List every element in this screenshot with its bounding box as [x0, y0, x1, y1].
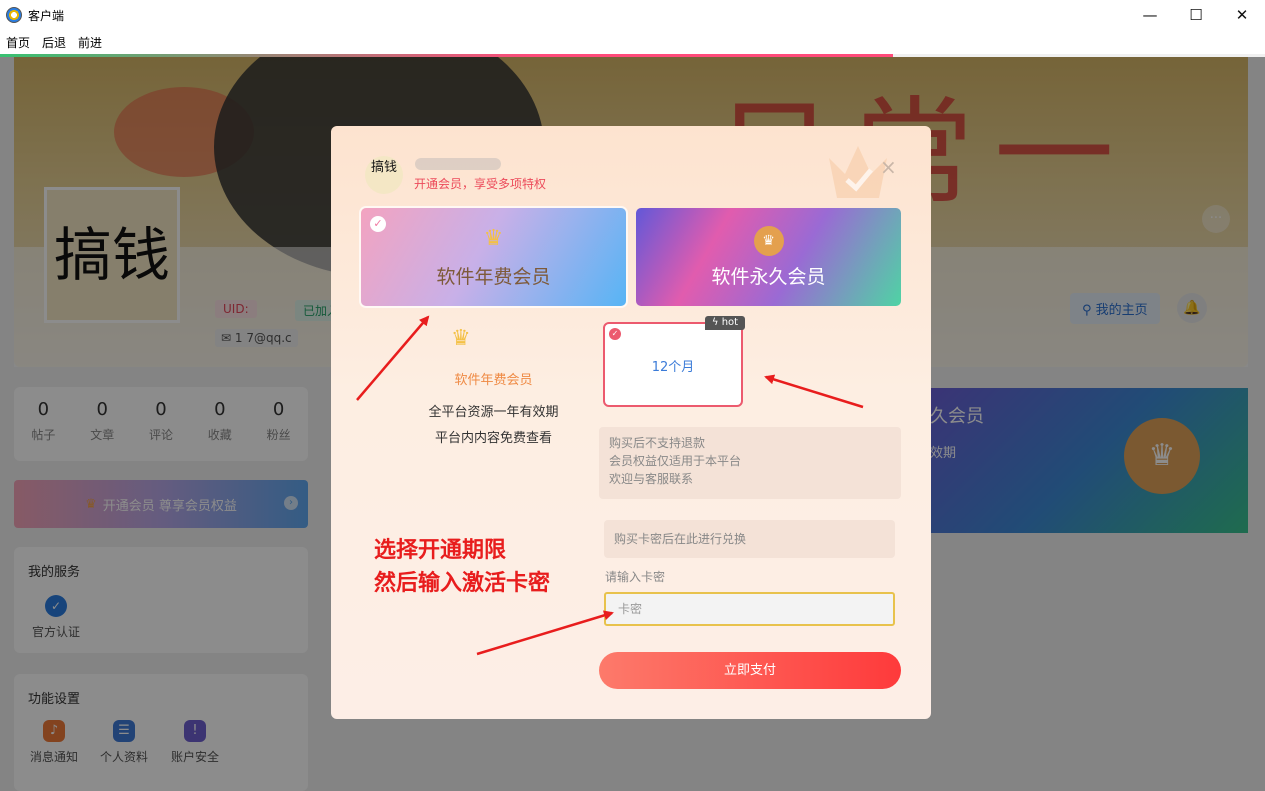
annotation-line: 然后输入激活卡密	[374, 571, 551, 596]
app-icon	[6, 7, 22, 23]
benefit-title: 软件年费会员	[454, 373, 533, 388]
plan-annual-card[interactable]: ✓ ♛ 软件年费会员	[361, 208, 626, 306]
check-circle-icon: ✓	[609, 328, 621, 340]
hot-badge: ϟ hot	[705, 316, 745, 330]
card-key-label: 请输入卡密	[605, 570, 666, 584]
crown-icon: ♛	[483, 226, 504, 251]
purchase-notice: 购买后不支持退款 会员权益仅适用于本平台 欢迎与客服联系	[599, 427, 901, 499]
duration-label: 12个月	[651, 360, 695, 375]
vip-purchase-dialog: 搞钱 开通会员，享受多项特权 × ✓ ♛ 软件年费会员 ♛ 软件永久会员 ♛ 软…	[331, 126, 931, 719]
duration-option-12-months[interactable]: ✓ 12个月	[603, 322, 743, 407]
minimize-button[interactable]: —	[1127, 0, 1173, 30]
dialog-subtitle: 开通会员，享受多项特权	[414, 177, 547, 191]
plan-lifetime-card[interactable]: ♛ 软件永久会员	[636, 208, 901, 306]
check-circle-icon: ✓	[370, 216, 386, 232]
window-title: 客户端	[28, 8, 65, 23]
window-controls: — ☐ ✕	[1127, 0, 1265, 30]
user-avatar: 搞钱	[365, 156, 403, 194]
benefit-item: 平台内内容免费查看	[434, 431, 552, 446]
card-key-input[interactable]	[604, 592, 895, 626]
maximize-button[interactable]: ☐	[1173, 0, 1219, 30]
redeem-hint: 购买卡密后在此进行兑换	[604, 520, 895, 558]
tutorial-annotation: 选择开通期限 然后输入激活卡密	[374, 534, 550, 600]
benefit-item: 全平台资源一年有效期	[428, 405, 559, 420]
pay-now-button[interactable]: 立即支付	[599, 652, 901, 689]
menu-forward[interactable]: 前进	[78, 34, 102, 51]
lightning-icon: ϟ	[711, 317, 722, 328]
menu-back[interactable]: 后退	[42, 34, 66, 51]
username-placeholder	[415, 158, 501, 170]
hot-badge-label: hot	[721, 317, 739, 328]
annotation-line: 选择开通期限	[374, 538, 507, 563]
notice-line: 欢迎与客服联系	[609, 472, 694, 486]
plan-lifetime-label: 软件永久会员	[711, 266, 826, 288]
crown-icon: ♛	[451, 326, 471, 351]
crown-icon: ♛	[753, 226, 784, 256]
close-button[interactable]: ✕	[1219, 0, 1265, 30]
notice-line: 购买后不支持退款	[609, 436, 706, 450]
plan-annual-label: 软件年费会员	[436, 266, 551, 288]
notice-line: 会员权益仅适用于本平台	[609, 454, 742, 468]
window-titlebar: 客户端 — ☐ ✕	[0, 0, 1265, 30]
menu-home[interactable]: 首页	[6, 34, 30, 51]
close-icon[interactable]: ×	[880, 155, 897, 179]
menu-bar: 首页 后退 前进	[0, 30, 1265, 54]
